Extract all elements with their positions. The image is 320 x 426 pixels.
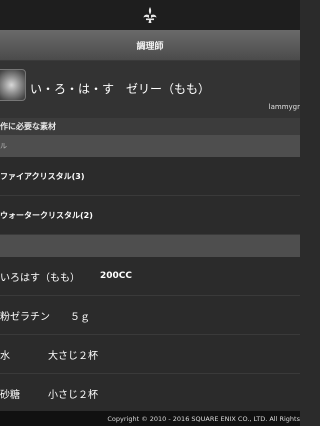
ingredient-section-header [0,235,300,257]
ingredient-name: 水 [0,350,10,362]
ingredient-name: 砂糖 [0,389,20,401]
ingredient-amount: 200CC [100,271,132,281]
ingredient-amount: 大さじ２杯 [48,350,98,362]
jelly-item-icon [0,69,26,101]
ingredient-row[interactable]: いろはす（もも） 200CC [0,257,300,296]
page-title: 調理師 [0,30,300,61]
footer: Copyright © 2010 - 2016 SQUARE ENIX CO.,… [0,411,300,426]
copyright-text: Copyright © 2010 - 2016 SQUARE ENIX CO.,… [107,414,300,423]
fleur-de-lis-icon [143,7,157,23]
crystal-label: ファイアクリスタル(3) [0,171,85,181]
ingredient-name: 粉ゼラチン [0,311,50,323]
ingredient-row[interactable]: 水 大さじ２杯 [0,335,300,374]
ingredient-amount: ５ｇ [70,311,90,323]
item-header: い・ろ・は・す ゼリー（もも） [0,61,300,118]
crystal-section-header: ル [0,135,300,157]
ingredient-amount: 小さじ２杯 [48,389,98,401]
top-bar [0,0,300,30]
crystal-row[interactable]: ウォータークリスタル(2) [0,196,300,235]
ingredient-name: いろはす（もも） [0,272,80,284]
item-name: い・ろ・は・す ゼリー（もも） [30,82,211,96]
ingredient-row[interactable]: 砂糖 小さじ２杯 [0,374,300,412]
crystal-label: ウォータークリスタル(2) [0,210,93,220]
crystal-row[interactable]: ファイアクリスタル(3) [0,157,300,196]
author-link[interactable]: lammygr [269,103,300,111]
materials-label: 作に必要な素材 [0,118,300,135]
ingredient-row[interactable]: 粉ゼラチン ５ｇ [0,296,300,335]
